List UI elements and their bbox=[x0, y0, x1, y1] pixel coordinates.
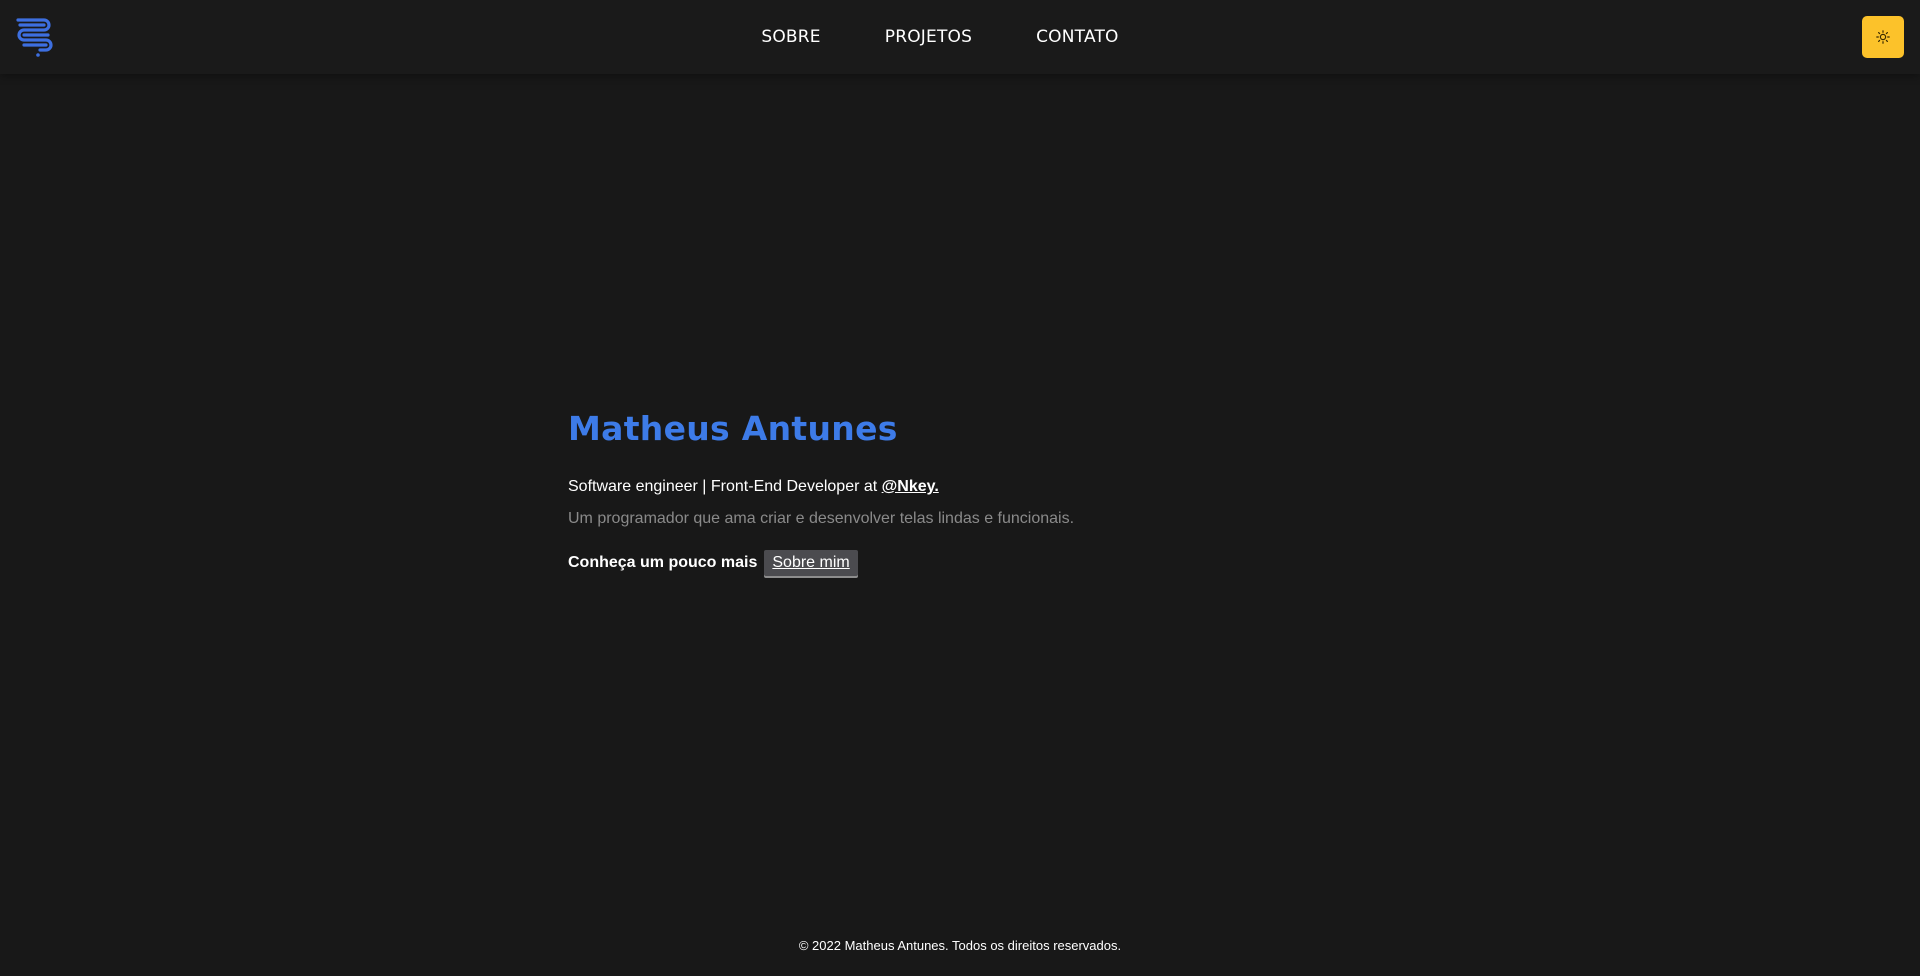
hero-name: Matheus Antunes bbox=[568, 409, 898, 448]
hero-role: Software engineer | Front-End Developer … bbox=[568, 476, 1368, 498]
hero-role-text: Software engineer | Front-End Developer … bbox=[568, 478, 882, 495]
header: SOBRE PROJETOS CONTATO bbox=[0, 0, 1920, 74]
hero-section: Matheus Antunes Software engineer | Fron… bbox=[568, 404, 1368, 576]
hero-description: Um programador que ama criar e desenvolv… bbox=[568, 510, 1075, 527]
theme-toggle-button[interactable] bbox=[1862, 16, 1904, 58]
footer: © 2022 Matheus Antunes. Todos os direito… bbox=[0, 938, 1920, 953]
cta-label: Conheça um pouco mais bbox=[568, 554, 758, 571]
sun-icon bbox=[1876, 30, 1890, 44]
company-link[interactable]: @Nkey. bbox=[882, 478, 939, 495]
nav-item-contato[interactable]: CONTATO bbox=[1036, 27, 1119, 47]
page: SOBRE PROJETOS CONTATO Matheus Antunes S… bbox=[0, 0, 1920, 976]
nav-item-sobre[interactable]: SOBRE bbox=[761, 27, 820, 47]
copyright-text: © 2022 Matheus Antunes. Todos os direito… bbox=[798, 938, 1122, 953]
hero-cta: Conheça um pouco mais Sobre mim bbox=[568, 550, 1368, 576]
main-nav: SOBRE PROJETOS CONTATO bbox=[0, 0, 1920, 74]
about-me-button[interactable]: Sobre mim bbox=[764, 550, 858, 576]
nav-item-projetos[interactable]: PROJETOS bbox=[885, 27, 972, 47]
